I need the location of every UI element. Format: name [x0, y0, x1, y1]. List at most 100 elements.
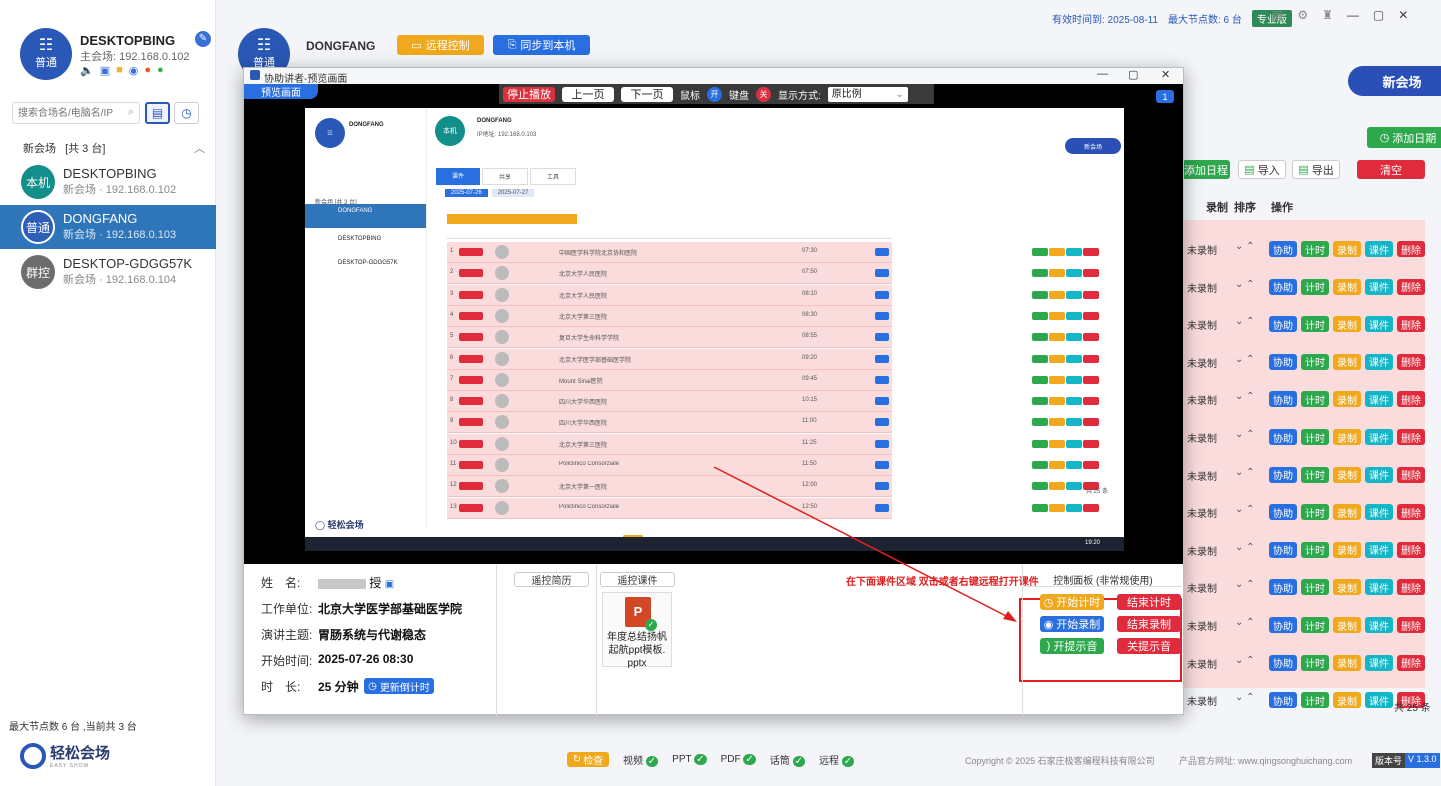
row-action-record-button[interactable]: 录制 — [1333, 579, 1361, 596]
export-button[interactable]: ▤ 导出 — [1292, 160, 1340, 179]
row-action-assist-button[interactable]: 协助 — [1269, 541, 1297, 558]
remote-screen[interactable]: 预览画面 停止播放 上一页 下一页 鼠标 开 键盘 关 显示方式: 原比例 ⌄ … — [244, 84, 1183, 682]
row-sort-arrows[interactable]: ⌄ ⌃ — [1235, 617, 1255, 628]
popup-minimize-icon[interactable]: — — [1097, 68, 1108, 80]
shirt-icon[interactable]: ♜ — [1322, 8, 1333, 22]
row-action-timer-button[interactable]: 计时 — [1301, 579, 1329, 596]
row-action-delete-button[interactable]: 删除 — [1397, 391, 1425, 408]
row-action-delete-button[interactable]: 删除 — [1397, 504, 1425, 521]
row-action-timer-button[interactable]: 计时 — [1301, 429, 1329, 445]
search-icon[interactable]: ⌕ — [128, 106, 134, 119]
row-action-slides-button[interactable]: 课件 — [1365, 316, 1393, 333]
end-timer-button[interactable]: 结束计时 — [1117, 594, 1181, 610]
start-timer-button[interactable]: ◷ 开始计时 — [1040, 594, 1104, 610]
row-action-delete-button[interactable]: 删除 — [1397, 241, 1425, 257]
start-prompt-button[interactable]: ) 开提示音 — [1040, 638, 1104, 654]
row-action-record-button[interactable]: 录制 — [1333, 316, 1361, 333]
row-sort-arrows[interactable]: ⌄ ⌃ — [1235, 279, 1255, 290]
row-action-timer-button[interactable]: 计时 — [1301, 278, 1329, 295]
maximize-icon[interactable]: ▢ — [1373, 8, 1384, 22]
row-action-timer-button[interactable]: 计时 — [1301, 241, 1329, 257]
row-action-delete-button[interactable]: 删除 — [1397, 466, 1425, 483]
clock-button[interactable]: ◷ — [174, 102, 199, 124]
list-view-button[interactable]: ▤ — [145, 102, 170, 124]
row-action-assist-button[interactable]: 协助 — [1269, 241, 1297, 257]
device-item[interactable]: 本机 DESKTOPBING 新会场 · 192.168.0.102 — [0, 160, 216, 204]
new-venue-button[interactable]: 新会场 — [1348, 66, 1441, 96]
row-action-timer-button[interactable]: 计时 — [1301, 541, 1329, 558]
row-action-slides-button[interactable]: 课件 — [1365, 278, 1393, 295]
row-action-timer-button[interactable]: 计时 — [1301, 692, 1329, 709]
popup-maximize-icon[interactable]: ▢ — [1128, 68, 1138, 81]
row-action-timer-button[interactable]: 计时 — [1301, 466, 1329, 483]
row-action-record-button[interactable]: 录制 — [1333, 617, 1361, 633]
row-action-slides-button[interactable]: 课件 — [1365, 541, 1393, 558]
row-action-delete-button[interactable]: 删除 — [1397, 316, 1425, 333]
row-action-record-button[interactable]: 录制 — [1333, 278, 1361, 295]
row-action-assist-button[interactable]: 协助 — [1269, 278, 1297, 295]
row-action-timer-button[interactable]: 计时 — [1301, 654, 1329, 671]
sync-button[interactable]: ⎘ 同步到本机 — [493, 35, 590, 55]
row-action-assist-button[interactable]: 协助 — [1269, 504, 1297, 521]
row-action-record-button[interactable]: 录制 — [1333, 654, 1361, 671]
row-action-timer-button[interactable]: 计时 — [1301, 504, 1329, 521]
row-action-slides-button[interactable]: 课件 — [1365, 504, 1393, 521]
row-sort-arrows[interactable]: ⌄ ⌃ — [1235, 692, 1255, 703]
row-action-timer-button[interactable]: 计时 — [1301, 353, 1329, 370]
row-action-record-button[interactable]: 录制 — [1333, 241, 1361, 257]
row-sort-arrows[interactable]: ⌄ ⌃ — [1235, 467, 1255, 478]
row-action-slides-button[interactable]: 课件 — [1365, 579, 1393, 596]
row-sort-arrows[interactable]: ⌄ ⌃ — [1235, 354, 1255, 365]
row-action-record-button[interactable]: 录制 — [1333, 429, 1361, 445]
row-action-assist-button[interactable]: 协助 — [1269, 391, 1297, 408]
row-action-record-button[interactable]: 录制 — [1333, 466, 1361, 483]
remote-slides-button[interactable]: 遥控课件 — [600, 572, 675, 587]
row-action-delete-button[interactable]: 删除 — [1397, 541, 1425, 558]
clear-button[interactable]: 清空 — [1357, 160, 1425, 179]
device-item-selected[interactable]: 普通 DONGFANG 新会场 · 192.168.0.103 — [0, 205, 216, 249]
row-action-slides-button[interactable]: 课件 — [1365, 654, 1393, 671]
group-header[interactable]: 新会场 [共 3 台] ︿ — [23, 140, 213, 156]
row-action-record-button[interactable]: 录制 — [1333, 504, 1361, 521]
popup-close-icon[interactable]: ✕ — [1161, 68, 1170, 81]
row-action-assist-button[interactable]: 协助 — [1269, 353, 1297, 370]
doc-icon[interactable]: ▤ — [1272, 8, 1283, 22]
row-action-assist-button[interactable]: 协助 — [1269, 316, 1297, 333]
row-action-assist-button[interactable]: 协助 — [1269, 579, 1297, 596]
row-action-assist-button[interactable]: 协助 — [1269, 466, 1297, 483]
row-action-slides-button[interactable]: 课件 — [1365, 241, 1393, 257]
row-sort-arrows[interactable]: ⌄ ⌃ — [1235, 316, 1255, 327]
row-sort-arrows[interactable]: ⌄ ⌃ — [1235, 655, 1255, 666]
search-input[interactable] — [13, 103, 117, 123]
row-action-slides-button[interactable]: 课件 — [1365, 353, 1393, 370]
row-action-assist-button[interactable]: 协助 — [1269, 654, 1297, 671]
minimize-icon[interactable]: — — [1347, 8, 1359, 22]
row-action-record-button[interactable]: 录制 — [1333, 692, 1361, 709]
row-action-slides-button[interactable]: 课件 — [1365, 466, 1393, 483]
row-sort-arrows[interactable]: ⌄ ⌃ — [1235, 429, 1255, 440]
row-action-delete-button[interactable]: 删除 — [1397, 654, 1425, 671]
row-sort-arrows[interactable]: ⌄ ⌃ — [1235, 579, 1255, 590]
row-sort-arrows[interactable]: ⌄ ⌃ — [1235, 504, 1255, 515]
row-action-slides-button[interactable]: 课件 — [1365, 429, 1393, 445]
row-action-record-button[interactable]: 录制 — [1333, 353, 1361, 370]
row-action-timer-button[interactable]: 计时 — [1301, 391, 1329, 408]
row-action-assist-button[interactable]: 协助 — [1269, 617, 1297, 633]
row-action-delete-button[interactable]: 删除 — [1397, 617, 1425, 633]
add-schedule-button[interactable]: 添加日程 — [1182, 160, 1230, 179]
row-action-record-button[interactable]: 录制 — [1333, 391, 1361, 408]
row-action-delete-button[interactable]: 删除 — [1397, 429, 1425, 445]
remote-control-button[interactable]: ▭ 远程控制 — [397, 35, 484, 55]
row-action-assist-button[interactable]: 协助 — [1269, 429, 1297, 445]
row-action-assist-button[interactable]: 协助 — [1269, 692, 1297, 709]
device-item[interactable]: 群控 DESKTOP-GDGG57K 新会场 · 192.168.0.104 — [0, 250, 216, 294]
start-record-button[interactable]: ◉ 开始录制 — [1040, 616, 1104, 632]
row-action-slides-button[interactable]: 课件 — [1365, 692, 1393, 709]
add-date-button[interactable]: ◷ 添加日期 — [1367, 127, 1441, 148]
row-action-timer-button[interactable]: 计时 — [1301, 316, 1329, 333]
row-action-record-button[interactable]: 录制 — [1333, 541, 1361, 558]
update-timer-button[interactable]: ◷ 更新倒计时 — [364, 678, 434, 694]
row-action-timer-button[interactable]: 计时 — [1301, 617, 1329, 633]
row-sort-arrows[interactable]: ⌄ ⌃ — [1235, 391, 1255, 402]
row-action-delete-button[interactable]: 删除 — [1397, 579, 1425, 596]
